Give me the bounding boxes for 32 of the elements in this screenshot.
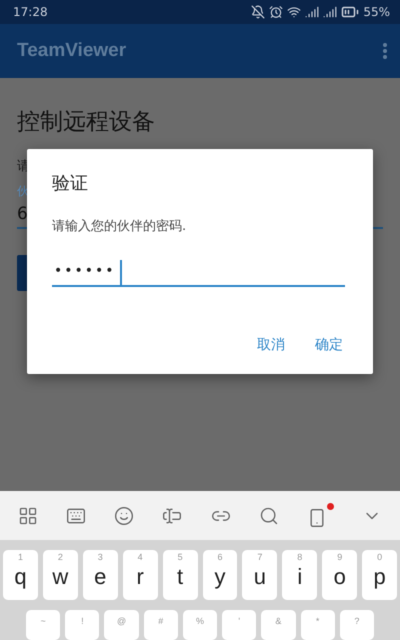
ok-button[interactable]: 确定 bbox=[313, 332, 345, 358]
alarm-icon bbox=[269, 5, 284, 20]
battery-level: 55% bbox=[363, 5, 390, 20]
keyboard-key[interactable]: 3 e bbox=[82, 550, 118, 600]
keyboard-key[interactable]: 1 q bbox=[3, 550, 38, 600]
more-icon[interactable] bbox=[382, 42, 388, 60]
keyboard-key[interactable]: 8 i bbox=[282, 550, 318, 600]
signal-icon bbox=[323, 5, 338, 20]
text-cursor bbox=[120, 260, 122, 286]
keyboard-key[interactable]: 4 r bbox=[122, 550, 158, 600]
app-title: TeamViewer bbox=[17, 40, 128, 62]
keyboard-key[interactable]: 6 y bbox=[202, 550, 238, 600]
keyboard-key[interactable]: 5 t bbox=[162, 550, 198, 600]
search-icon[interactable] bbox=[258, 506, 279, 526]
keyboard-key[interactable]: 9 o bbox=[322, 550, 358, 600]
dialog-title: 验证 bbox=[52, 172, 89, 196]
field-value: 6 bbox=[17, 204, 29, 224]
grid-icon[interactable] bbox=[18, 506, 38, 526]
keyboard-key[interactable]: 0 p bbox=[362, 550, 398, 600]
keyboard-key[interactable]: 7 u bbox=[242, 550, 278, 600]
bell-off-icon bbox=[251, 5, 266, 20]
page-title: 控制远程设备 bbox=[17, 108, 156, 138]
dialog-message: 请输入您的伙伴的密码. bbox=[52, 218, 188, 236]
wifi-icon bbox=[287, 5, 302, 20]
keyboard-icon[interactable] bbox=[66, 506, 86, 526]
status-time: 17:28 bbox=[13, 5, 49, 20]
signal-icon bbox=[305, 5, 320, 20]
cancel-button[interactable]: 取消 bbox=[255, 332, 287, 358]
smiley-icon[interactable] bbox=[114, 506, 134, 526]
keyboard-key[interactable]: 2 w bbox=[42, 550, 78, 600]
password-field[interactable]: •••••• bbox=[52, 257, 345, 288]
cursor-icon[interactable] bbox=[162, 506, 182, 526]
